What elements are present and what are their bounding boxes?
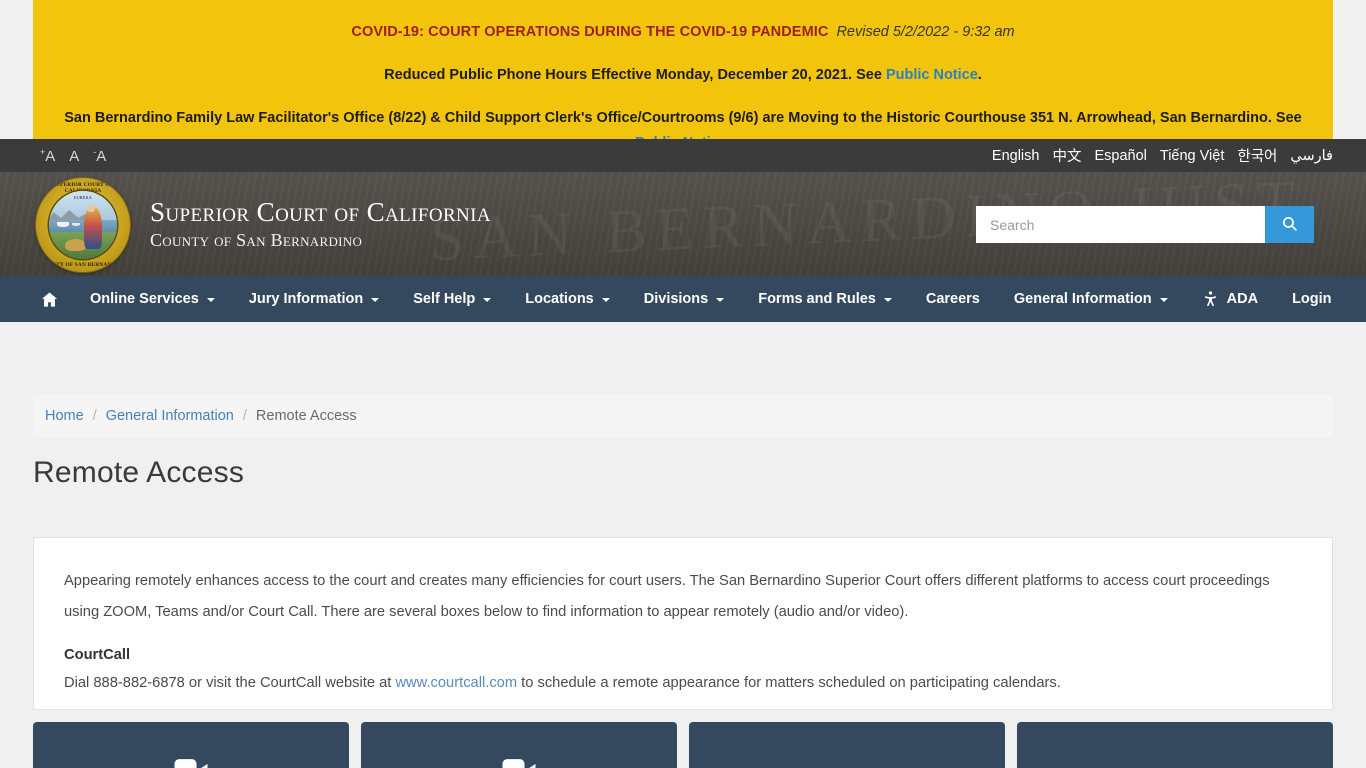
tile-3[interactable]: [689, 722, 1005, 768]
alert-title: COVID-19: COURT OPERATIONS DURING THE CO…: [351, 24, 829, 40]
breadcrumb-item-general-information[interactable]: General Information: [106, 408, 234, 424]
alert-relocation-text: San Bernardino Family Law Facilitator's …: [64, 110, 1302, 126]
nav-self-help-label: Self Help: [413, 291, 476, 307]
courtcall-heading: CourtCall: [64, 647, 131, 663]
decrease-text-size-label: A: [96, 147, 107, 165]
chevron-down-icon: [716, 298, 725, 302]
nav-forms-and-rules[interactable]: Forms and Rules: [741, 276, 909, 322]
nav-careers-label: Careers: [925, 291, 980, 307]
breadcrumb-separator: /: [92, 408, 97, 424]
seal-inner-scene: EUREKA: [49, 191, 117, 259]
breadcrumb-separator: /: [242, 408, 247, 424]
language-vietnamese[interactable]: Tiếng Việt: [1160, 148, 1225, 164]
nav-divisions[interactable]: Divisions: [627, 276, 741, 322]
chevron-down-icon: [483, 298, 492, 302]
language-spanish[interactable]: Español: [1094, 148, 1146, 164]
seal-bottom-text: COUNTY OF SAN BERNARDINO: [39, 262, 127, 268]
chevron-down-icon: [206, 298, 215, 302]
language-selector: English 中文 Español Tiếng Việt 한국어 فارسي: [992, 139, 1333, 172]
remote-access-tile-row: [33, 722, 1333, 768]
seal-minerva-head: [87, 204, 95, 213]
breadcrumb: Home / General Information / Remote Acce…: [33, 395, 1333, 437]
page-title: Remote Access: [33, 456, 245, 489]
language-english[interactable]: English: [992, 148, 1040, 164]
chevron-down-icon: [1159, 298, 1168, 302]
seal-bear: [65, 238, 86, 251]
default-text-size-label: A: [69, 147, 80, 165]
covid-alert-banner: COVID-19: COURT OPERATIONS DURING THE CO…: [33, 0, 1333, 151]
courtcall-text-after: to schedule a remote appearance for matt…: [517, 675, 1061, 691]
alert-line2-period: .: [977, 67, 982, 83]
decrease-text-size-button[interactable]: -A: [93, 147, 106, 165]
page-root: COVID-19: COURT OPERATIONS DURING THE CO…: [0, 0, 1366, 768]
alert-line-1: COVID-19: COURT OPERATIONS DURING THE CO…: [51, 20, 1315, 45]
search-icon: [1281, 215, 1298, 235]
court-title: Superior Court of California: [150, 197, 492, 227]
language-korean[interactable]: 한국어: [1237, 145, 1277, 166]
chevron-down-icon: [371, 298, 380, 302]
nav-login-label: Login: [1292, 291, 1332, 307]
nav-ada[interactable]: ADA: [1185, 276, 1275, 322]
tile-4[interactable]: [1017, 722, 1333, 768]
search-submit-button[interactable]: [1265, 206, 1314, 243]
court-seal-logo[interactable]: SUPERIOR COURT OF CALIFORNIA COUNTY OF S…: [36, 178, 130, 272]
accessibility-icon: [1202, 290, 1221, 308]
nav-home[interactable]: [40, 276, 73, 322]
nav-locations[interactable]: Locations: [508, 276, 626, 322]
chevron-down-icon: [883, 298, 892, 302]
alert-public-notice-link-1[interactable]: Public Notice: [886, 67, 978, 83]
video-camera-icon: [169, 750, 213, 768]
breadcrumb-item-home[interactable]: Home: [45, 408, 84, 424]
alert-phone-hours-text: Reduced Public Phone Hours Effective Mon…: [384, 67, 886, 83]
nav-online-services-label: Online Services: [90, 291, 199, 307]
nav-divisions-label: Divisions: [643, 291, 709, 307]
nav-jury-information[interactable]: Jury Information: [232, 276, 396, 322]
remote-access-content-card: Appearing remotely enhances access to th…: [33, 537, 1333, 710]
tile-1[interactable]: [33, 722, 349, 768]
alert-revised-date: Revised 5/2/2022 - 9:32 am: [836, 24, 1015, 40]
nav-ada-label: ADA: [1226, 291, 1259, 307]
courtcall-text-before: Dial 888-882-6878 or visit the CourtCall…: [64, 675, 396, 691]
alert-line-2: Reduced Public Phone Hours Effective Mon…: [51, 63, 1315, 88]
nav-jury-information-label: Jury Information: [248, 291, 364, 307]
breadcrumb-item-remote-access: Remote Access: [255, 408, 357, 424]
court-subtitle: County of San Bernardino: [150, 230, 363, 250]
main-navigation: Online Services Jury Information Self He…: [0, 276, 1366, 322]
seal-minerva-figure: [84, 207, 103, 250]
text-size-controls: +A A -A: [40, 139, 106, 172]
nav-self-help[interactable]: Self Help: [396, 276, 508, 322]
utility-bar: +A A -A English 中文 Español Tiếng Việt 한국…: [0, 139, 1366, 172]
courtcall-paragraph: Dial 888-882-6878 or visit the CourtCall…: [64, 668, 1302, 699]
video-camera-icon: [497, 750, 541, 768]
nav-careers[interactable]: Careers: [909, 276, 997, 322]
tile-2[interactable]: [361, 722, 677, 768]
increase-text-size-button[interactable]: +A: [40, 147, 55, 165]
intro-paragraph: Appearing remotely enhances access to th…: [64, 573, 1270, 620]
court-name-block[interactable]: Superior Court of California County of S…: [150, 197, 491, 251]
home-icon: [40, 290, 59, 309]
courtcall-website-link[interactable]: www.courtcall.com: [395, 675, 517, 691]
language-chinese[interactable]: 中文: [1052, 145, 1081, 166]
language-farsi[interactable]: فارسي: [1290, 148, 1333, 164]
nav-forms-and-rules-label: Forms and Rules: [758, 291, 876, 307]
increase-text-size-label: A: [45, 147, 56, 165]
site-search: [976, 206, 1314, 243]
chevron-down-icon: [601, 298, 610, 302]
default-text-size-button[interactable]: A: [69, 147, 79, 165]
nav-login[interactable]: Login: [1275, 276, 1348, 322]
nav-locations-label: Locations: [525, 291, 594, 307]
nav-general-information[interactable]: General Information: [997, 276, 1185, 322]
nav-online-services[interactable]: Online Services: [73, 276, 232, 322]
seal-motto-text: EUREKA: [73, 195, 93, 201]
search-input[interactable]: [976, 206, 1265, 243]
nav-general-information-label: General Information: [1013, 291, 1152, 307]
